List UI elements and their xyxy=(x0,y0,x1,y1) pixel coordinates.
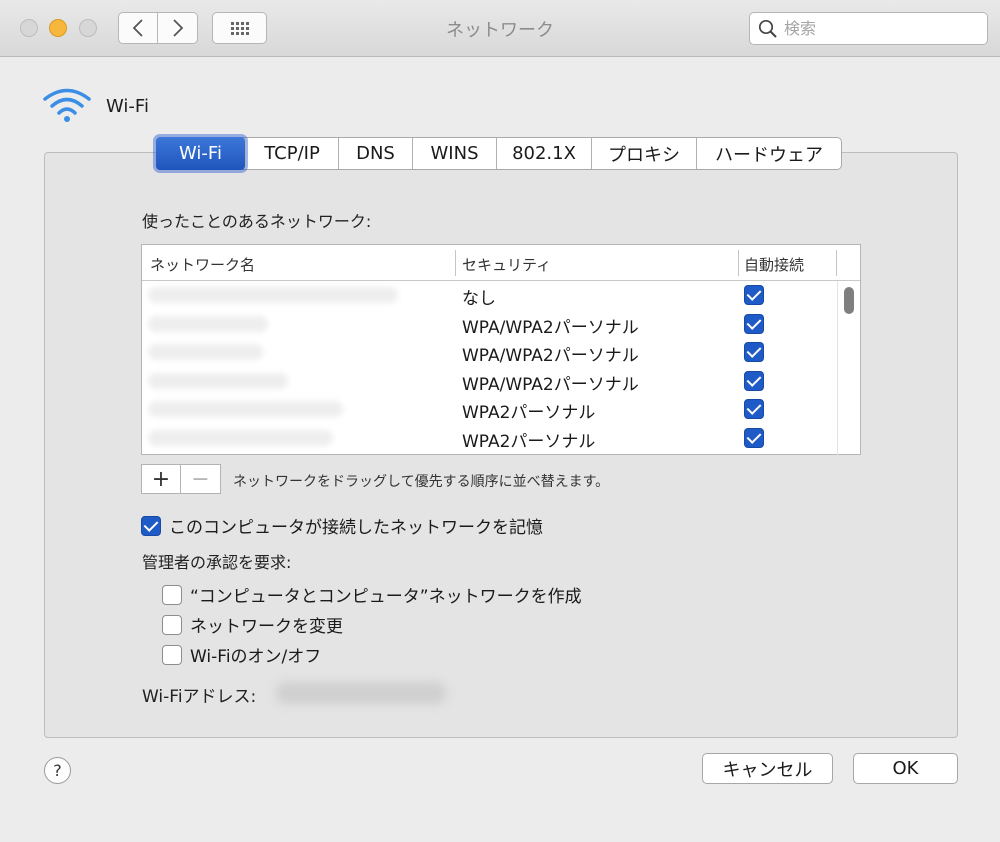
network-security: WPA/WPA2パーソナル xyxy=(462,374,639,395)
auto-join-checkbox[interactable] xyxy=(744,342,764,362)
admin-change-networks-label: ネットワークを変更 xyxy=(190,617,343,637)
search-input[interactable] xyxy=(784,19,974,38)
admin-change-networks-checkbox[interactable] xyxy=(162,614,182,635)
network-name-redacted xyxy=(148,287,398,303)
table-body: なし WPA/WPA2パーソナル WPA/WPA2パーソナル WPA/WPA2パ… xyxy=(142,281,860,452)
interface-header: Wi-Fi xyxy=(42,88,149,124)
auto-join-checkbox[interactable] xyxy=(744,370,764,391)
network-name-redacted xyxy=(148,401,343,417)
table-row[interactable]: なし xyxy=(142,281,860,310)
close-window-button[interactable] xyxy=(20,19,38,37)
column-header-security[interactable]: セキュリティ xyxy=(462,254,551,275)
network-preferences-window: ネットワーク Wi-Fi Wi-Fi TCP/IP DNS WINS 802.1… xyxy=(0,0,1000,842)
cancel-button[interactable]: キャンセル xyxy=(702,753,833,784)
network-name-redacted xyxy=(148,315,268,332)
show-all-button[interactable] xyxy=(212,12,267,44)
auto-join-checkbox[interactable] xyxy=(744,313,764,334)
tab-dns[interactable]: DNS xyxy=(338,138,412,169)
window-toolbar: ネットワーク xyxy=(0,0,1000,57)
remember-networks-option[interactable]: このコンピュータが接続したネットワークを記憶 xyxy=(141,513,543,538)
admin-wifi-power-option[interactable]: Wi-Fiのオン/オフ xyxy=(162,642,321,667)
admin-create-computer-network-option[interactable]: “コンピュータとコンピュータ”ネットワークを作成 xyxy=(162,582,582,607)
network-security: WPA2パーソナル xyxy=(462,403,596,423)
network-name-redacted xyxy=(148,429,333,446)
tab-wifi[interactable]: Wi-Fi xyxy=(156,137,245,170)
auto-join-checkbox[interactable] xyxy=(744,285,764,305)
table-scrollbar[interactable] xyxy=(844,287,854,314)
table-row[interactable]: WPA/WPA2パーソナル xyxy=(142,338,860,367)
table-row[interactable]: WPA/WPA2パーソナル xyxy=(142,367,860,396)
admin-wifi-power-label: Wi-Fiのオン/オフ xyxy=(190,647,322,667)
zoom-window-button[interactable] xyxy=(79,19,97,37)
tab-wins[interactable]: WINS xyxy=(412,138,496,169)
column-header-auto-join[interactable]: 自動接続 xyxy=(744,254,804,275)
admin-change-networks-option[interactable]: ネットワークを変更 xyxy=(162,612,343,637)
chevron-right-icon xyxy=(172,19,183,37)
add-network-button[interactable]: + xyxy=(141,464,181,494)
settings-tabs: Wi-Fi TCP/IP DNS WINS 802.1X プロキシ ハードウェア xyxy=(156,137,842,170)
auto-join-checkbox[interactable] xyxy=(744,427,764,448)
help-button[interactable]: ? xyxy=(44,757,71,784)
remember-networks-label: このコンピュータが接続したネットワークを記憶 xyxy=(169,518,543,538)
interface-name: Wi-Fi xyxy=(106,95,149,117)
search-icon xyxy=(758,19,777,38)
search-field[interactable] xyxy=(749,12,988,45)
navigation-buttons xyxy=(118,12,198,44)
ok-button[interactable]: OK xyxy=(853,753,958,784)
admin-wifi-power-checkbox[interactable] xyxy=(162,644,182,665)
table-row[interactable]: WPA2パーソナル xyxy=(142,395,860,424)
network-security: WPA2パーソナル xyxy=(462,431,596,452)
network-security: なし xyxy=(462,289,496,309)
column-header-name[interactable]: ネットワーク名 xyxy=(150,254,255,275)
back-button[interactable] xyxy=(118,12,158,44)
wifi-address-redacted xyxy=(276,682,446,704)
admin-create-network-label: “コンピュータとコンピュータ”ネットワークを作成 xyxy=(190,587,582,607)
admin-create-network-checkbox[interactable] xyxy=(162,584,182,605)
network-security: WPA/WPA2パーソナル xyxy=(462,317,639,338)
wifi-icon xyxy=(43,88,91,122)
forward-button[interactable] xyxy=(158,12,198,44)
tab-proxies[interactable]: プロキシ xyxy=(591,138,696,169)
admin-required-title: 管理者の承認を要求: xyxy=(142,553,292,572)
preferred-networks-table[interactable]: ネットワーク名 セキュリティ 自動接続 なし WPA/WPA2パーソナル WPA… xyxy=(141,244,861,455)
minimize-window-button[interactable] xyxy=(49,19,67,37)
grid-icon xyxy=(230,21,249,35)
tab-hardware[interactable]: ハードウェア xyxy=(696,138,841,169)
network-name-redacted xyxy=(148,344,263,360)
reorder-hint: ネットワークをドラッグして優先する順序に並べ替えます。 xyxy=(233,474,610,490)
tab-tcpip[interactable]: TCP/IP xyxy=(245,138,338,169)
table-row[interactable]: WPA2パーソナル xyxy=(142,424,860,453)
wifi-address-label: Wi-Fiアドレス: xyxy=(142,687,257,707)
remember-networks-checkbox[interactable] xyxy=(141,515,161,536)
network-name-redacted xyxy=(148,372,288,389)
preferred-networks-title: 使ったことのあるネットワーク: xyxy=(142,212,372,231)
network-security: WPA/WPA2パーソナル xyxy=(462,346,639,366)
table-row[interactable]: WPA/WPA2パーソナル xyxy=(142,310,860,339)
remove-network-button[interactable]: − xyxy=(181,464,221,494)
add-remove-controls: + − xyxy=(141,464,221,494)
auto-join-checkbox[interactable] xyxy=(744,399,764,419)
chevron-left-icon xyxy=(132,19,143,37)
window-title: ネットワーク xyxy=(446,20,554,41)
table-header: ネットワーク名 セキュリティ 自動接続 xyxy=(142,245,860,281)
tab-8021x[interactable]: 802.1X xyxy=(496,138,591,169)
